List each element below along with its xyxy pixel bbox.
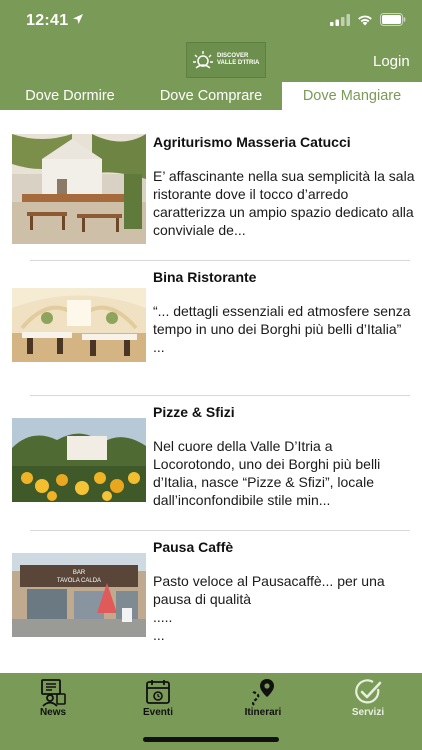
- sun-leaf-logo-icon: [193, 51, 213, 69]
- app-header: 12:41 DISCOVER VALLE D'ITRIA Login: [0, 0, 422, 82]
- restaurant-title: Pizze & Sfizi: [153, 404, 235, 420]
- category-tabs: Dove Dormire Dove Comprare Dove Mangiare: [0, 82, 422, 110]
- restaurant-photo: BAR TAVOLA CALDA: [12, 553, 146, 637]
- tab-dove-mangiare[interactable]: Dove Mangiare: [282, 82, 422, 110]
- restaurant-list: Agriturismo Masseria Catucci E’ affascin…: [0, 110, 422, 673]
- status-time: 12:41: [26, 12, 69, 29]
- restaurant-description: Pasto veloce al Pausacaffè... per una pa…: [153, 573, 385, 643]
- tab-dove-comprare[interactable]: Dove Comprare: [140, 82, 282, 110]
- list-item[interactable]: Agriturismo Masseria Catucci E’ affascin…: [0, 130, 422, 265]
- tab-dove-dormire[interactable]: Dove Dormire: [0, 82, 140, 110]
- list-item[interactable]: Bina Ristorante “... dettagli essenziali…: [0, 265, 422, 400]
- calendar-icon: [146, 680, 170, 704]
- restaurant-photo: [12, 288, 146, 362]
- status-bar: 12:41: [0, 0, 422, 40]
- restaurant-photo: [12, 418, 146, 502]
- restaurant-description: Nel cuore della Valle D’Itria a Locoroto…: [153, 438, 381, 508]
- sign-text-2: TAVOLA CALDA: [57, 578, 101, 584]
- cellular-signal-icon: [330, 14, 350, 26]
- wifi-icon: [358, 15, 372, 26]
- home-indicator[interactable]: [143, 737, 279, 742]
- nav-news-label: News: [39, 707, 67, 718]
- restaurant-title: Pausa Caffè: [153, 539, 234, 555]
- news-icon: [41, 679, 66, 707]
- nav-servizi[interactable]: Servizi: [338, 677, 398, 718]
- login-button[interactable]: Login: [373, 53, 410, 70]
- sign-text-1: BAR: [73, 570, 86, 576]
- nav-itinerari-label: Itinerari: [244, 707, 282, 718]
- nav-servizi-label: Servizi: [351, 707, 385, 718]
- app-logo: DISCOVER VALLE D'ITRIA: [186, 42, 266, 78]
- nav-eventi[interactable]: Eventi: [128, 677, 188, 718]
- restaurant-title: Bina Ristorante: [153, 269, 257, 285]
- nav-news[interactable]: News: [23, 677, 83, 718]
- logo-line-1: DISCOVER: [217, 53, 249, 59]
- check-circle-icon: [355, 679, 382, 704]
- route-pin-icon: [251, 679, 274, 706]
- list-divider: [30, 260, 410, 261]
- list-item[interactable]: BAR TAVOLA CALDA Pausa Caffè Pasto veloc…: [0, 535, 422, 670]
- list-divider: [30, 395, 410, 396]
- logo-line-2: VALLE D'ITRIA: [217, 60, 260, 66]
- restaurant-photo: [12, 134, 146, 244]
- restaurant-description: E’ affascinante nella sua semplicità la …: [153, 168, 415, 238]
- nav-eventi-label: Eventi: [142, 707, 173, 718]
- list-item[interactable]: Pizze & Sfizi Nel cuore della Valle D’It…: [0, 400, 422, 535]
- list-divider: [30, 530, 410, 531]
- nav-itinerari[interactable]: Itinerari: [233, 677, 293, 718]
- restaurant-description: “... dettagli essenziali ed atmosfere se…: [153, 303, 411, 355]
- location-arrow-icon: [73, 14, 83, 24]
- battery-icon: [380, 13, 406, 26]
- restaurant-title: Agriturismo Masseria Catucci: [153, 134, 351, 150]
